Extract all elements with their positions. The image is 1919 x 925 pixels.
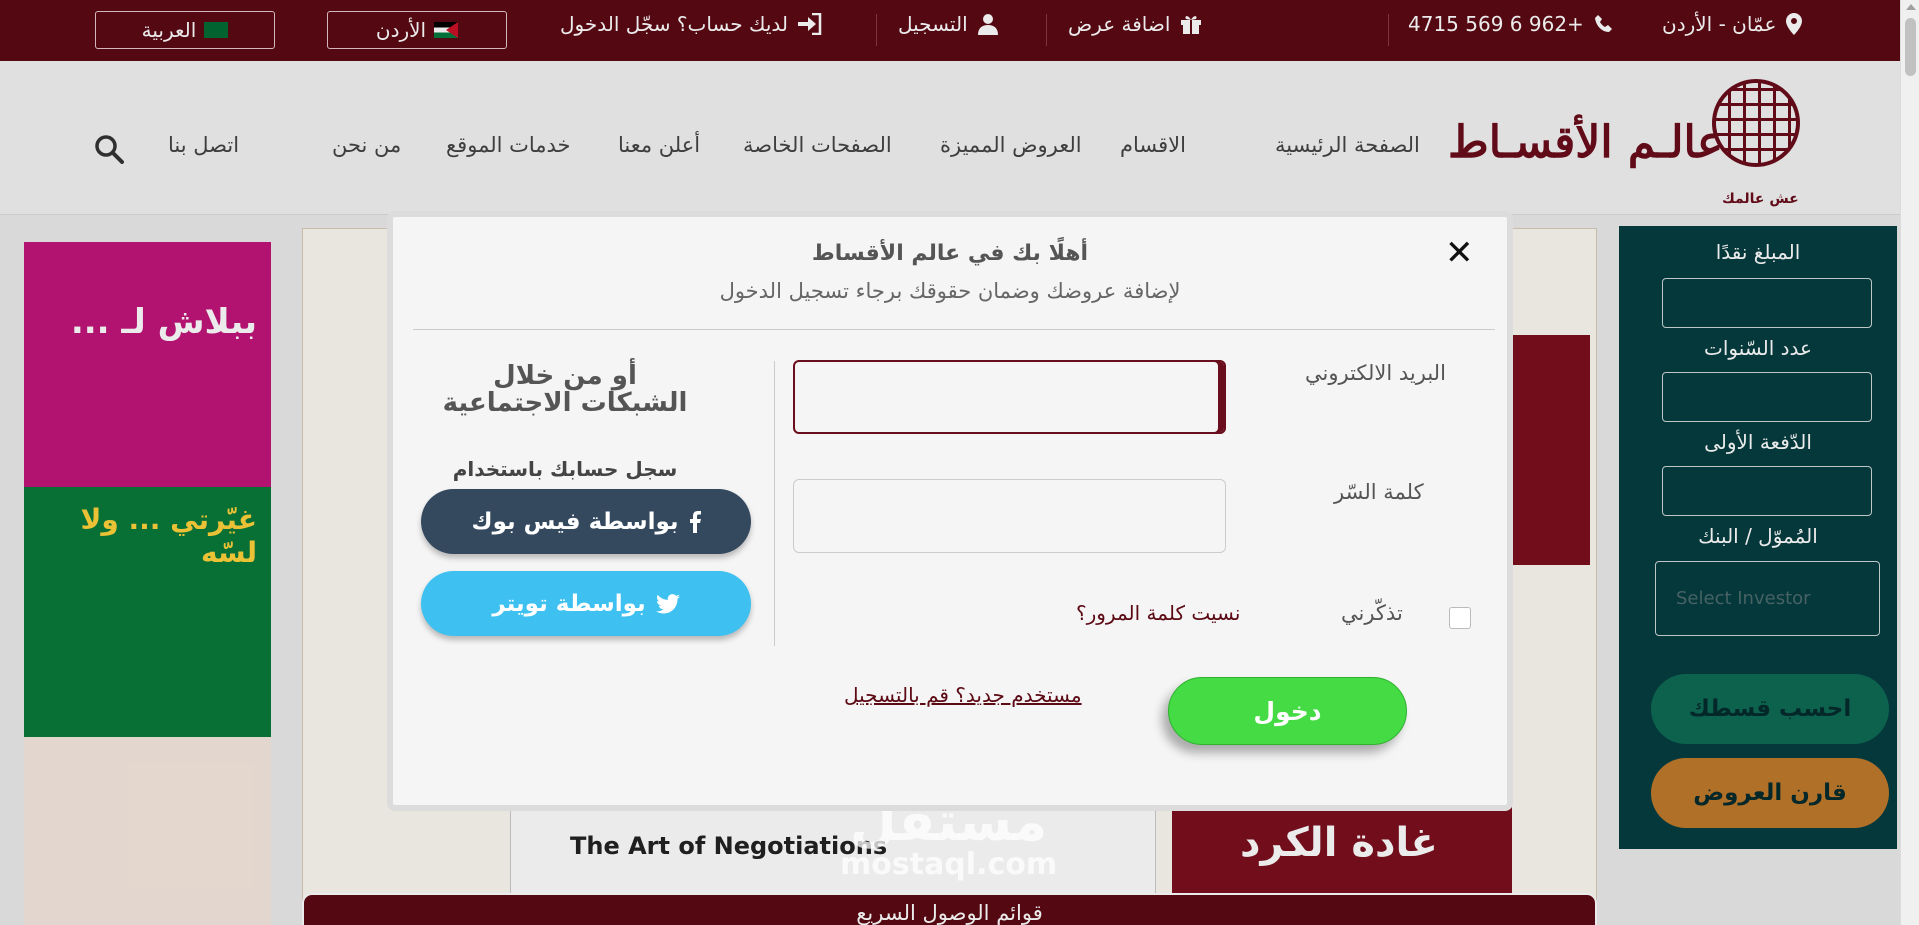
login-button[interactable]: دخول	[1168, 677, 1407, 745]
social-login-subtitle: سجل حسابك باستخدام	[452, 457, 678, 481]
forgot-password-link[interactable]: نسيت كلمة المرور؟	[1076, 601, 1240, 625]
login-modal: ✕ أهلًا بك في عالم الأقساط لإضافة عروضك …	[387, 211, 1513, 811]
modal-subtitle: لإضافة عروضك وضمان حقوقك برجاء تسجيل الد…	[719, 279, 1181, 303]
twitter-button-label: بواسطة تويتر	[492, 590, 646, 617]
password-label: كلمة السّر	[1334, 480, 1424, 504]
email-label: البريد الالكتروني	[1305, 361, 1446, 385]
divider	[774, 361, 775, 646]
facebook-icon	[689, 510, 701, 533]
scrollbar-thumb[interactable]	[1905, 18, 1916, 76]
scroll-up-arrow-icon[interactable]	[1906, 4, 1916, 10]
email-field[interactable]	[793, 360, 1226, 434]
remember-me-label: تذكّرني	[1341, 601, 1403, 625]
page-scrollbar[interactable]	[1900, 0, 1919, 925]
watermark-url: mostaql.com	[840, 847, 1058, 882]
facebook-login-button[interactable]: بواسطة فيس بوك	[421, 489, 751, 554]
twitter-login-button[interactable]: بواسطة تويتر	[421, 571, 751, 636]
twitter-icon	[655, 593, 680, 613]
social-login-title: أو من خلال الشبكات الاجتماعية	[442, 361, 688, 419]
divider	[413, 329, 1495, 330]
remember-me-checkbox[interactable]	[1449, 607, 1471, 629]
facebook-button-label: بواسطة فيس بوك	[471, 508, 679, 535]
modal-title: أهلًا بك في عالم الأقساط	[811, 241, 1089, 266]
password-field[interactable]	[793, 479, 1226, 553]
register-link[interactable]: مستخدم جديد؟ قم بالتسجيل	[844, 683, 1082, 707]
